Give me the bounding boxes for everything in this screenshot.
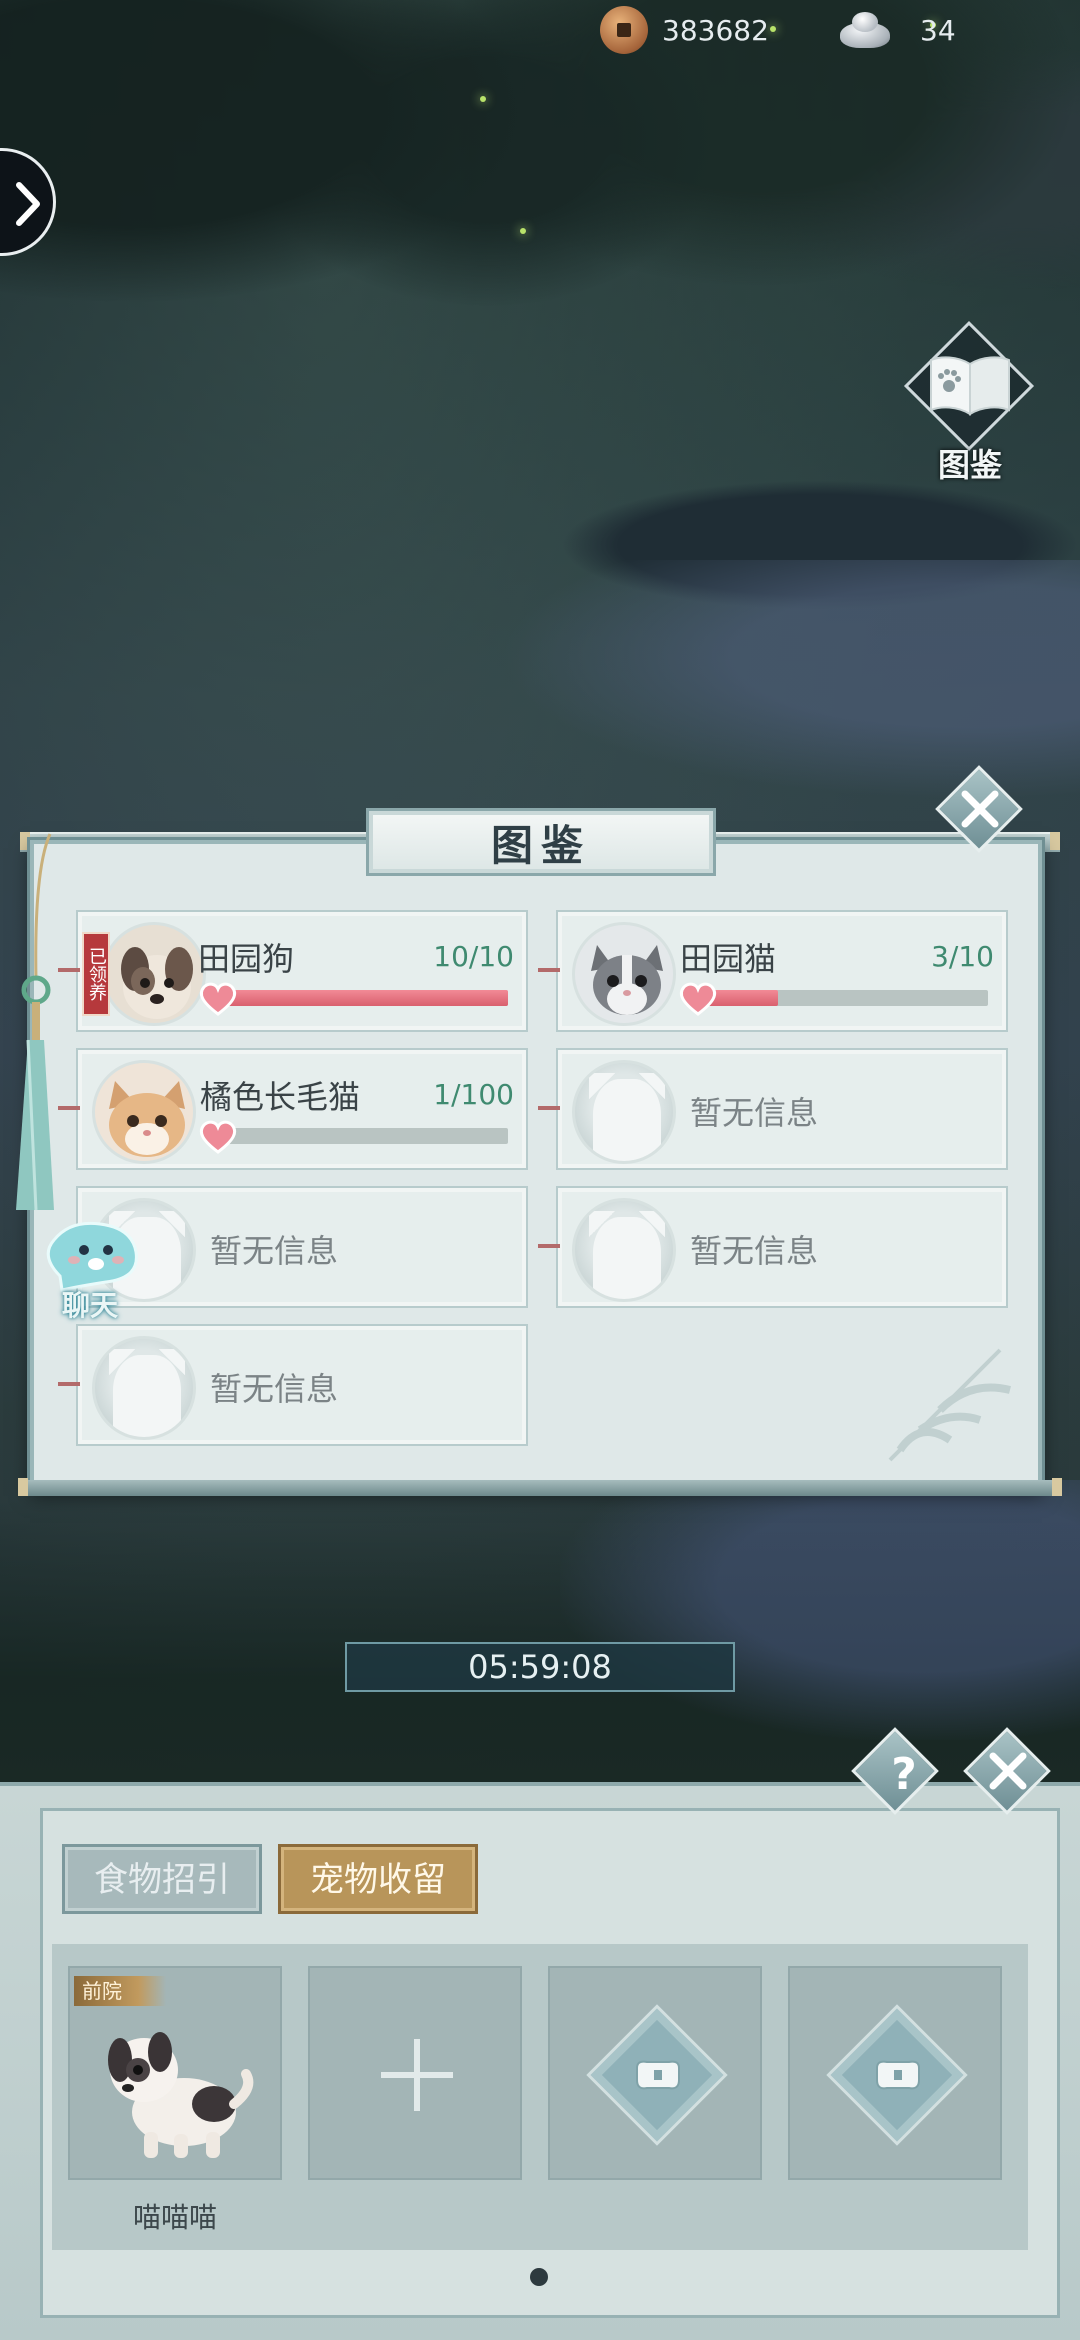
locked-slot-icon bbox=[876, 2060, 920, 2090]
panel-title: 图鉴 bbox=[490, 820, 591, 870]
tab-food-lure[interactable]: 食物招引 bbox=[62, 1844, 262, 1914]
pet-card-orange-cat[interactable]: 橘色长毛猫 1/100 bbox=[58, 1048, 528, 1170]
copper-coin-icon bbox=[600, 6, 648, 54]
chat-button[interactable]: 聊天 bbox=[40, 1216, 150, 1326]
card-connector bbox=[58, 968, 80, 972]
pet-card-unknown[interactable]: 暂无信息 bbox=[58, 1324, 528, 1446]
pet-card-gray-cat[interactable]: 田园猫 3/10 bbox=[538, 910, 1008, 1032]
orange-cat-avatar bbox=[92, 1060, 196, 1164]
unknown-pet-silhouette-icon bbox=[92, 1336, 196, 1440]
no-info-text: 暂无信息 bbox=[210, 1232, 339, 1270]
pet-collect-count: 3/10 bbox=[931, 940, 994, 973]
tab-pet-shelter[interactable]: 宠物收留 bbox=[278, 1844, 478, 1914]
shelter-slot-add[interactable] bbox=[308, 1966, 522, 2180]
no-info-text: 暂无信息 bbox=[210, 1370, 339, 1408]
encyclopedia-button-label: 图鉴 bbox=[937, 446, 1002, 484]
location-tag: 前院 bbox=[74, 1976, 166, 2006]
pet-collect-count: 1/100 bbox=[433, 1078, 514, 1111]
water-reflection bbox=[500, 560, 1080, 800]
card-connector bbox=[58, 1382, 80, 1386]
firefly bbox=[520, 228, 526, 234]
locked-slot-icon bbox=[636, 2060, 680, 2090]
shelter-slot-pet[interactable]: 前院 bbox=[68, 1966, 282, 2180]
puppy-portrait-icon bbox=[105, 925, 203, 1023]
plus-icon bbox=[381, 2039, 453, 2111]
bamboo-decoration bbox=[888, 1348, 1011, 1462]
help-button[interactable]: ? bbox=[874, 1740, 934, 1810]
adopted-tag: 已领养 bbox=[82, 932, 110, 1016]
pet-name: 田园狗 bbox=[198, 940, 295, 978]
orange-cat-portrait-icon bbox=[95, 1063, 193, 1161]
heart-icon bbox=[199, 1120, 237, 1154]
affection-bar bbox=[208, 1128, 508, 1144]
pet-name: 橘色长毛猫 bbox=[200, 1078, 361, 1116]
unknown-pet-silhouette-icon bbox=[572, 1060, 676, 1164]
chevron-right-icon bbox=[16, 182, 40, 226]
shelter-pet-name: 喵喵喵 bbox=[132, 2201, 217, 2234]
card-connector bbox=[538, 1244, 560, 1248]
pet-name: 田园猫 bbox=[680, 940, 777, 978]
dog-avatar bbox=[102, 922, 206, 1026]
silver-value: 34 bbox=[920, 13, 956, 47]
encyclopedia-button[interactable]: 图鉴 bbox=[903, 320, 1035, 490]
firefly bbox=[480, 96, 486, 102]
chat-label: 聊天 bbox=[62, 1289, 119, 1322]
stream bbox=[560, 1480, 1080, 1740]
card-connector bbox=[538, 1106, 560, 1110]
pet-card-dog[interactable]: 已领养 田园狗 10/10 bbox=[58, 910, 528, 1032]
no-info-text: 暂无信息 bbox=[690, 1232, 819, 1270]
affection-bar bbox=[208, 990, 508, 1006]
no-info-text: 暂无信息 bbox=[690, 1094, 819, 1132]
book-icon bbox=[930, 356, 1010, 416]
shelter-slot-locked[interactable] bbox=[788, 1966, 1002, 2180]
heart-icon bbox=[199, 982, 237, 1016]
silver-counter[interactable]: 34 bbox=[836, 4, 956, 56]
silver-ingot-icon bbox=[836, 8, 894, 52]
close-shelter-button[interactable] bbox=[983, 1746, 1033, 1796]
firefly bbox=[770, 26, 776, 32]
page-indicator-dot bbox=[530, 2268, 548, 2286]
shelter-slot-locked[interactable] bbox=[548, 1966, 762, 2180]
pet-card-unknown[interactable]: 暂无信息 bbox=[538, 1186, 1008, 1308]
affection-bar bbox=[688, 990, 988, 1006]
heart-icon bbox=[679, 982, 717, 1016]
pet-collect-count: 10/10 bbox=[433, 940, 514, 973]
coin-counter[interactable]: 383682 bbox=[600, 4, 769, 56]
panel-title-plaque: 图鉴 bbox=[366, 808, 716, 876]
puppy-icon bbox=[108, 2032, 254, 2158]
card-connector bbox=[538, 968, 560, 972]
affection-bar-fill bbox=[208, 990, 508, 1006]
card-connector bbox=[58, 1106, 80, 1110]
panel-bottom-rail bbox=[18, 1478, 1062, 1496]
coin-value: 383682 bbox=[662, 13, 769, 47]
gray-cat-avatar bbox=[572, 922, 676, 1026]
close-encyclopedia-button[interactable] bbox=[955, 784, 1005, 834]
countdown-timer: 05:59:08 bbox=[345, 1642, 735, 1692]
jade-tassel-decoration bbox=[16, 833, 54, 1211]
pet-card-unknown[interactable]: 暂无信息 bbox=[538, 1048, 1008, 1170]
gray-cat-portrait-icon bbox=[575, 925, 673, 1023]
unknown-pet-silhouette-icon bbox=[572, 1198, 676, 1302]
